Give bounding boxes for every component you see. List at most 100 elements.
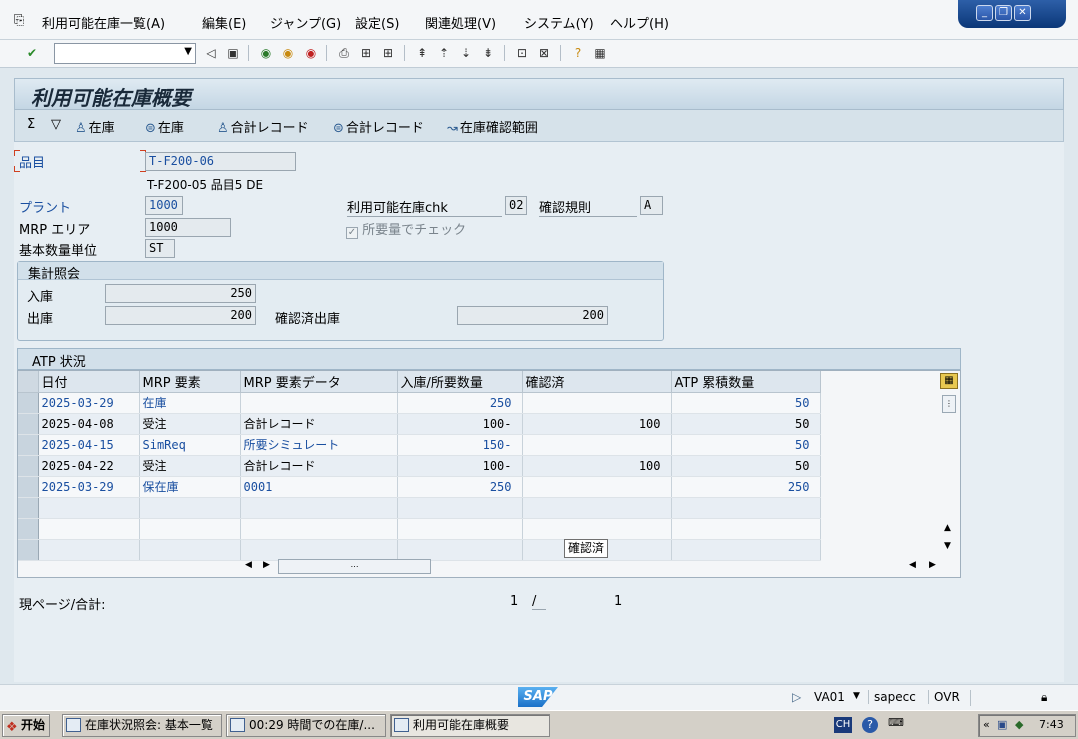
- cell-atp-cumulative[interactable]: 250: [671, 476, 821, 498]
- table-row[interactable]: [18, 518, 821, 540]
- confirmed-issues-field[interactable]: 200: [457, 306, 608, 325]
- restore-icon[interactable]: ❐: [995, 5, 1012, 21]
- menu-settings[interactable]: 設定(S): [355, 13, 399, 32]
- menu-system[interactable]: システム(Y): [524, 13, 594, 32]
- cell-mrp-element-data[interactable]: 合計レコード: [240, 413, 398, 435]
- table-row[interactable]: 2025-03-29 保在庫 0001 250 250: [18, 476, 821, 498]
- row-selector[interactable]: [18, 413, 39, 435]
- row-selector[interactable]: [18, 476, 39, 498]
- task-stock-by-time[interactable]: 00:29 時間での在庫/...: [226, 714, 386, 737]
- mrp-area-field[interactable]: 1000: [145, 218, 231, 237]
- totals-button[interactable]: ♙ 合計レコード: [217, 117, 309, 136]
- find-next-icon[interactable]: ⊞: [380, 45, 396, 61]
- cell-date[interactable]: 2025-04-15: [38, 434, 140, 456]
- language-indicator[interactable]: CH: [834, 717, 852, 733]
- col-confirmed[interactable]: 確認済: [522, 371, 672, 393]
- menu-environment[interactable]: 関連処理(V): [425, 13, 496, 32]
- cell-date[interactable]: [38, 497, 140, 519]
- cell-qty[interactable]: 250: [397, 476, 523, 498]
- cell-atp-cumulative[interactable]: 50: [671, 392, 821, 414]
- cell-mrp-element[interactable]: [139, 539, 241, 561]
- prev-page-icon[interactable]: ⇡: [436, 45, 452, 61]
- plant-field[interactable]: 1000: [145, 196, 183, 215]
- status-arrow-icon[interactable]: ▷: [792, 690, 801, 704]
- menu-list[interactable]: 利用可能在庫一覧(A): [42, 13, 165, 32]
- stock-display-button[interactable]: ⊜ 在庫: [145, 117, 184, 136]
- cell-mrp-element[interactable]: [139, 497, 241, 519]
- select-all-cell[interactable]: [18, 371, 39, 393]
- cell-confirmed[interactable]: [522, 434, 672, 456]
- scroll-left-icon[interactable]: ◀: [909, 560, 916, 570]
- ime-icon[interactable]: ⌨: [888, 716, 904, 729]
- cell-mrp-element-data[interactable]: 0001: [240, 476, 398, 498]
- col-atp-cumulative[interactable]: ATP 累積数量: [671, 371, 821, 393]
- table-row[interactable]: 2025-04-22 受注 合計レコード 100- 100 50: [18, 455, 821, 477]
- cell-mrp-element-data[interactable]: [240, 539, 398, 561]
- cell-mrp-element[interactable]: 在庫: [139, 392, 241, 414]
- back-icon[interactable]: ◉: [258, 45, 274, 61]
- checking-rule-field[interactable]: A: [640, 196, 663, 215]
- row-selector[interactable]: [18, 455, 39, 477]
- cell-atp-cumulative[interactable]: [671, 539, 821, 561]
- cell-mrp-element-data[interactable]: [240, 518, 398, 540]
- availability-check-field[interactable]: 02: [505, 196, 527, 215]
- cell-mrp-element-data[interactable]: [240, 497, 398, 519]
- menu-goto[interactable]: ジャンプ(G): [270, 13, 341, 32]
- cell-confirmed[interactable]: 100: [522, 455, 672, 477]
- network-icon[interactable]: ▣: [997, 718, 1007, 731]
- cell-qty[interactable]: [397, 497, 523, 519]
- scroll-left-icon[interactable]: ◀: [245, 560, 252, 570]
- enter-icon[interactable]: ✔: [24, 45, 40, 61]
- cell-mrp-element-data[interactable]: 合計レコード: [240, 455, 398, 477]
- cell-mrp-element[interactable]: 保在庫: [139, 476, 241, 498]
- check-scope-button[interactable]: ↝ 在庫確認範囲: [447, 117, 538, 136]
- col-mrp-element-data[interactable]: MRP 要素データ: [240, 371, 398, 393]
- cell-date[interactable]: 2025-03-29: [38, 476, 140, 498]
- cell-date[interactable]: [38, 539, 140, 561]
- collapse-icon[interactable]: ◁: [203, 45, 219, 61]
- cell-qty[interactable]: [397, 518, 523, 540]
- next-page-icon[interactable]: ⇣: [458, 45, 474, 61]
- cell-qty[interactable]: 100-: [397, 455, 523, 477]
- last-page-icon[interactable]: ⇟: [480, 45, 496, 61]
- cell-mrp-element[interactable]: SimReq: [139, 434, 241, 456]
- stock-button[interactable]: ♙ 在庫: [75, 117, 115, 136]
- chevron-down-icon[interactable]: ▼: [853, 691, 860, 701]
- menu-edit[interactable]: 編集(E): [202, 13, 246, 32]
- scroll-right-icon[interactable]: ▶: [263, 560, 270, 570]
- cell-date[interactable]: 2025-03-29: [38, 392, 140, 414]
- filter-icon[interactable]: ▽: [51, 117, 61, 132]
- cancel-icon[interactable]: ◉: [303, 45, 319, 61]
- cell-qty[interactable]: 250: [397, 392, 523, 414]
- cell-atp-cumulative[interactable]: 50: [671, 434, 821, 456]
- cell-mrp-element-data[interactable]: 所要シミュレート: [240, 434, 398, 456]
- col-date[interactable]: 日付: [38, 371, 140, 393]
- close-icon[interactable]: ✕: [1014, 5, 1031, 21]
- receipts-field[interactable]: 250: [105, 284, 256, 303]
- cell-atp-cumulative[interactable]: 50: [671, 413, 821, 435]
- col-qty[interactable]: 入庫/所要数量: [397, 371, 523, 393]
- issues-field[interactable]: 200: [105, 306, 256, 325]
- row-selector[interactable]: [18, 518, 39, 540]
- row-selector[interactable]: [18, 497, 39, 519]
- sigma-icon[interactable]: Σ: [27, 117, 35, 132]
- save-icon[interactable]: ▣: [225, 45, 241, 61]
- minimize-icon[interactable]: _: [976, 5, 993, 21]
- command-field[interactable]: ▼: [54, 43, 196, 64]
- cell-atp-cumulative[interactable]: [671, 497, 821, 519]
- tray-expand-icon[interactable]: «: [983, 718, 990, 731]
- row-selector[interactable]: [18, 392, 39, 414]
- cell-mrp-element[interactable]: 受注: [139, 413, 241, 435]
- row-selector[interactable]: [18, 539, 39, 561]
- start-button[interactable]: ❖ 开始: [2, 714, 50, 737]
- table-row[interactable]: [18, 497, 821, 519]
- help-icon[interactable]: ?: [862, 717, 878, 733]
- cell-confirmed[interactable]: [522, 518, 672, 540]
- new-session-icon[interactable]: ⊡: [514, 45, 530, 61]
- cell-qty[interactable]: 150-: [397, 434, 523, 456]
- cell-atp-cumulative[interactable]: [671, 518, 821, 540]
- cell-date[interactable]: [38, 518, 140, 540]
- table-row[interactable]: 2025-03-29 在庫 250 50: [18, 392, 821, 414]
- task-availability[interactable]: 利用可能在庫概要: [390, 714, 550, 737]
- exit-icon[interactable]: ◉: [280, 45, 296, 61]
